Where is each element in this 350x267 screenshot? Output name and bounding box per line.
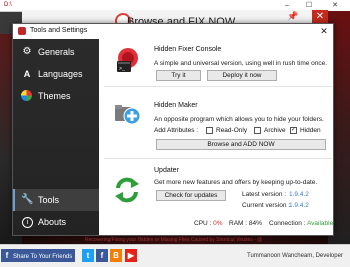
sidebar-item-label: Tools — [38, 195, 60, 205]
hidden-fixer-title: Hidden Fixer Console — [154, 46, 222, 53]
hidden-maker-title: Hidden Maker — [154, 102, 198, 109]
blogger-icon[interactable]: B — [110, 249, 122, 262]
dialog-titlebar[interactable]: Tools and Settings ✕ — [13, 24, 333, 39]
gear-icon: ⚙ — [22, 46, 32, 57]
ram-value: 84% — [248, 220, 262, 227]
close-icon[interactable]: ✕ — [318, 25, 330, 37]
facebook-icon[interactable]: f — [96, 249, 108, 262]
section-divider — [104, 86, 332, 87]
developer-credit: Tummanoon Wancheam, Developer — [247, 253, 343, 259]
dialog-title: Tools and Settings — [30, 27, 88, 34]
latest-version-value: 1.9.4.2 — [289, 191, 309, 198]
current-version-label: Current version : — [242, 202, 291, 209]
connection-value: Available — [306, 220, 334, 227]
wrench-icon: 🔧 — [21, 194, 34, 205]
updater-title: Updater — [154, 167, 179, 174]
read-only-label: Read-Only — [216, 127, 248, 134]
browse-and-add-now-button[interactable]: Browse and ADD NOW — [156, 139, 326, 150]
read-only-checkbox[interactable] — [206, 127, 213, 134]
sidebar-item-label: Languages — [38, 69, 83, 79]
sidebar-item-languages[interactable]: A Languages — [13, 63, 99, 85]
section-divider — [104, 158, 332, 159]
background-close-button[interactable]: ✕ — [312, 10, 328, 24]
facebook-icon: f — [5, 251, 9, 260]
info-icon: i — [22, 217, 33, 228]
ram-status: RAM : 84% — [229, 220, 262, 227]
hidden-label: Hidden — [300, 127, 321, 134]
sidebar-item-label: Generals — [38, 47, 75, 57]
hidden-checkbox[interactable]: ✓ — [290, 127, 297, 134]
ram-label: RAM : — [229, 220, 248, 227]
sidebar-item-generals[interactable]: ⚙ Generals — [13, 41, 99, 63]
console-icon: >_ — [117, 48, 138, 72]
app-icon — [18, 27, 26, 35]
sidebar-item-abouts[interactable]: i Abouts — [13, 211, 99, 233]
archive-label: Archive — [264, 127, 286, 134]
ticker-text: Recovering/Fixing your Hidden or Missing… — [85, 237, 263, 243]
cpu-label: CPU : — [194, 220, 212, 227]
sidebar-item-label: Themes — [38, 91, 71, 101]
youtube-icon[interactable]: ▶ — [125, 249, 137, 262]
latest-version-label: Latest version : — [242, 191, 287, 198]
close-icon[interactable]: ✕ — [326, 0, 344, 11]
refresh-icon — [115, 177, 139, 203]
updater-description: Get more new features and offers by keep… — [154, 179, 318, 186]
pin-icon[interactable]: 📌 — [287, 11, 298, 22]
archive-checkbox[interactable] — [254, 127, 261, 134]
sidebar-item-themes[interactable]: Themes — [13, 85, 99, 107]
settings-sidebar: ⚙ Generals A Languages Themes 🔧 Tools i … — [13, 39, 99, 235]
cpu-status: CPU : 0% — [194, 220, 223, 227]
connection-status: Connection : Available — [269, 220, 333, 227]
sidebar-item-label: Abouts — [38, 217, 67, 227]
connection-label: Connection : — [269, 220, 306, 227]
background-window-title: D:\ — [4, 2, 12, 8]
tools-settings-dialog: Tools and Settings ✕ ⚙ Generals A Langua… — [12, 23, 334, 236]
deploy-it-now-button[interactable]: Deploy it now — [207, 70, 277, 81]
cpu-value: 0% — [213, 220, 223, 227]
twitter-icon[interactable]: t — [82, 249, 94, 262]
tools-content: >_ Hidden Fixer Console A simple and uni… — [99, 39, 333, 235]
hidden-maker-description: An opposite program which allows you to … — [154, 116, 324, 123]
add-attributes-label: Add Attributes : — [154, 127, 199, 134]
share-to-friends-button[interactable]: f Share To Your Friends — [1, 249, 76, 262]
folder-add-icon — [115, 105, 141, 125]
svg-text:>_: >_ — [119, 66, 126, 72]
share-label: Share To Your Friends — [13, 254, 73, 260]
hidden-fixer-description: A simple and universal version, using we… — [154, 60, 328, 67]
sidebar-item-tools[interactable]: 🔧 Tools — [13, 189, 99, 211]
try-it-button[interactable]: Try it — [156, 70, 201, 81]
palette-icon — [21, 90, 32, 101]
check-for-updates-button[interactable]: Check for updates — [156, 190, 226, 201]
font-icon: A — [23, 69, 31, 79]
current-version-value: 1.9.4.2 — [289, 202, 309, 209]
